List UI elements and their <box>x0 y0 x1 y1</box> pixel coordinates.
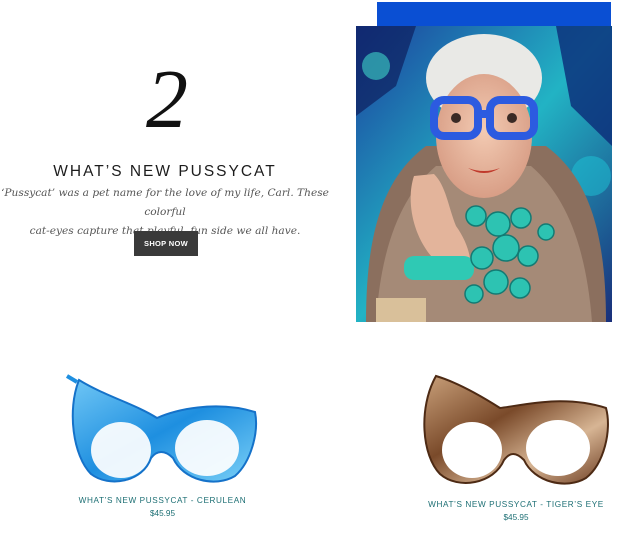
tigers-eye-glasses-image[interactable] <box>416 368 616 492</box>
cerulean-glasses-image[interactable] <box>65 370 261 488</box>
product-name-cerulean[interactable]: WHAT’S NEW PUSSYCAT - CERULEAN <box>55 496 270 505</box>
product-price-cerulean: $45.95 <box>149 509 176 518</box>
shop-now-button[interactable]: SHOP NOW <box>134 231 198 256</box>
feature-title: WHAT’S NEW PUSSYCAT <box>53 162 277 180</box>
product-price-tigers-eye: $45.95 <box>503 513 529 522</box>
product-card-cerulean[interactable]: WHAT’S NEW PUSSYCAT - CERULEAN $45.95 <box>55 370 270 518</box>
feature-number: 2 <box>146 53 188 146</box>
description-line-1: ‘Pussycat’ was a pet name for the love o… <box>1 187 329 218</box>
hero-photo <box>356 26 612 322</box>
product-name-tigers-eye[interactable]: WHAT’S NEW PUSSYCAT - TIGER’S EYE <box>405 500 627 509</box>
product-card-tigers-eye[interactable]: WHAT’S NEW PUSSYCAT - TIGER’S EYE $45.95 <box>405 368 627 522</box>
